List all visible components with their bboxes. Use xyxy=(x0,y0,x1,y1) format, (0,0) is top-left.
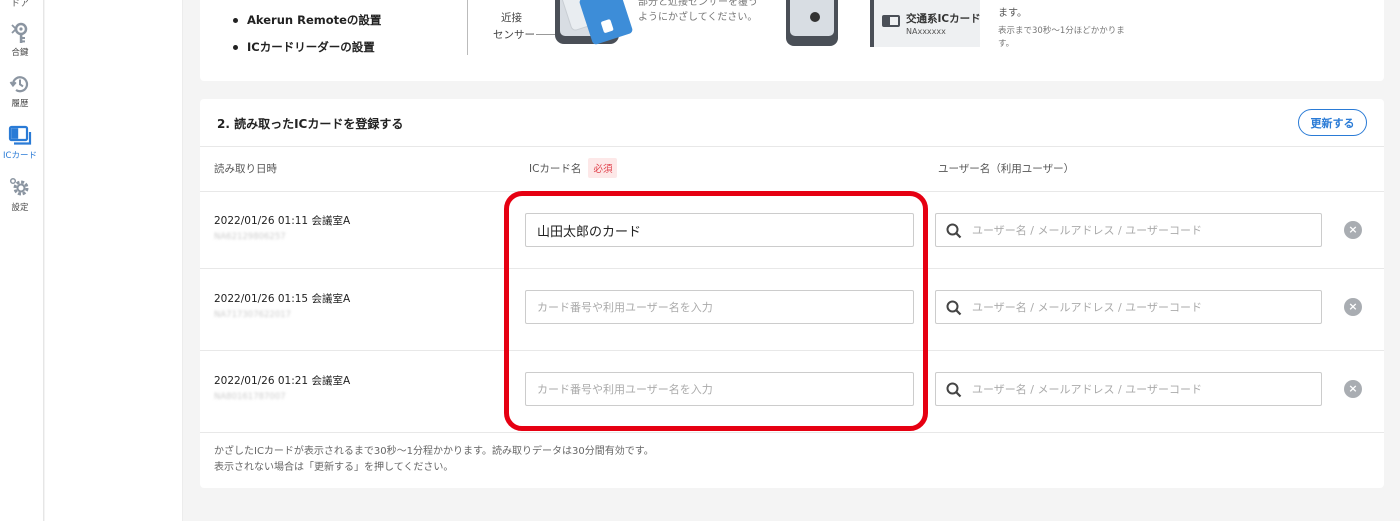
card-number: NA717307622017 xyxy=(214,310,292,320)
setup-instructions-card: Akerun Remoteの設置 ICカードリーダーの設置 近接 センサー 部分… xyxy=(200,0,1384,81)
nav-item-ic-card[interactable]: ICカード xyxy=(0,125,40,161)
transit-card-illustration: 交通系ICカード NAxxxxxx xyxy=(870,0,981,47)
history-icon xyxy=(9,76,29,93)
user-search-input[interactable] xyxy=(972,373,1312,405)
card-name-input[interactable] xyxy=(525,372,914,406)
nav-label: 合鍵 xyxy=(11,48,29,58)
column-header-read-time: 読み取り日時 xyxy=(214,163,277,175)
divider xyxy=(467,0,468,55)
divider xyxy=(200,350,1384,351)
search-icon xyxy=(946,300,962,316)
ic-card-icon xyxy=(8,125,32,145)
card-number: NA80161787007 xyxy=(214,392,286,402)
card-number: NA62129806257 xyxy=(214,232,286,242)
user-search-field[interactable] xyxy=(935,372,1322,406)
nav-label: 履歴 xyxy=(11,99,29,109)
transit-card-title: 交通系ICカード xyxy=(906,13,981,25)
user-search-field[interactable] xyxy=(935,213,1322,247)
checklist-item: ICカードリーダーの設置 xyxy=(230,38,381,65)
sensor-label: 近接 センサー xyxy=(493,12,535,41)
divider xyxy=(200,146,1384,147)
read-datetime: 2022/01/26 01:21 会議室A xyxy=(214,375,351,387)
column-header-user-name: ユーザー名（利用ユーザー） xyxy=(938,163,1075,175)
transit-card-id: NAxxxxxx xyxy=(906,27,946,36)
divider xyxy=(200,191,1384,192)
key-icon xyxy=(11,22,28,43)
card-chip-icon xyxy=(882,15,900,27)
checklist-item: Akerun Remoteの設置 xyxy=(230,11,381,38)
section-title: 2. 読み取ったICカードを登録する xyxy=(217,117,404,131)
nav-label: 設定 xyxy=(11,203,29,213)
footer-note: かざしたICカードが表示されるまで30秒〜1分程かかります。読み取りデータは30… xyxy=(214,446,654,473)
secondary-panel xyxy=(45,0,183,521)
user-search-field[interactable] xyxy=(935,290,1322,324)
instruction-subtext: 表示まで30秒〜1分ほどかかります。 xyxy=(998,26,1125,49)
gear-icon xyxy=(9,177,29,196)
instruction-text: 部分と近接センサーを覆うようにかざしてください。 xyxy=(638,0,758,23)
read-datetime: 2022/01/26 01:15 会議室A xyxy=(214,293,351,305)
clear-row-icon[interactable]: × xyxy=(1344,298,1362,316)
nav-item-settings[interactable]: 設定 xyxy=(0,177,40,213)
required-badge: 必須 xyxy=(588,158,618,178)
divider xyxy=(200,432,1384,433)
clear-row-icon[interactable]: × xyxy=(1344,221,1362,239)
refresh-button[interactable]: 更新する xyxy=(1298,109,1367,136)
card-name-input[interactable] xyxy=(525,213,914,247)
column-header-card-name: ICカード名 必須 xyxy=(529,158,618,178)
user-search-input[interactable] xyxy=(972,214,1312,246)
nav-item-keys[interactable]: 合鍵 xyxy=(0,22,40,58)
read-datetime: 2022/01/26 01:11 会議室A xyxy=(214,215,351,227)
search-icon xyxy=(946,382,962,398)
register-ic-card-section: 2. 読み取ったICカードを登録する 更新する 読み取り日時 ICカード名 必須 … xyxy=(200,99,1384,488)
clear-row-icon[interactable]: × xyxy=(1344,380,1362,398)
nav-item-door-label[interactable]: ドア xyxy=(0,0,40,9)
setup-checklist: Akerun Remoteの設置 ICカードリーダーの設置 xyxy=(230,11,381,65)
left-nav: ドア 合鍵 履歴 ICカード 設定 xyxy=(0,0,44,521)
user-search-input[interactable] xyxy=(972,291,1312,323)
search-icon xyxy=(946,223,962,239)
instruction-text: ます。 xyxy=(998,8,1027,19)
card-name-input[interactable] xyxy=(525,290,914,324)
reader-device-illustration xyxy=(786,0,838,46)
nav-item-history[interactable]: 履歴 xyxy=(0,73,40,109)
divider xyxy=(200,268,1384,269)
nav-label: ICカード xyxy=(3,151,37,161)
